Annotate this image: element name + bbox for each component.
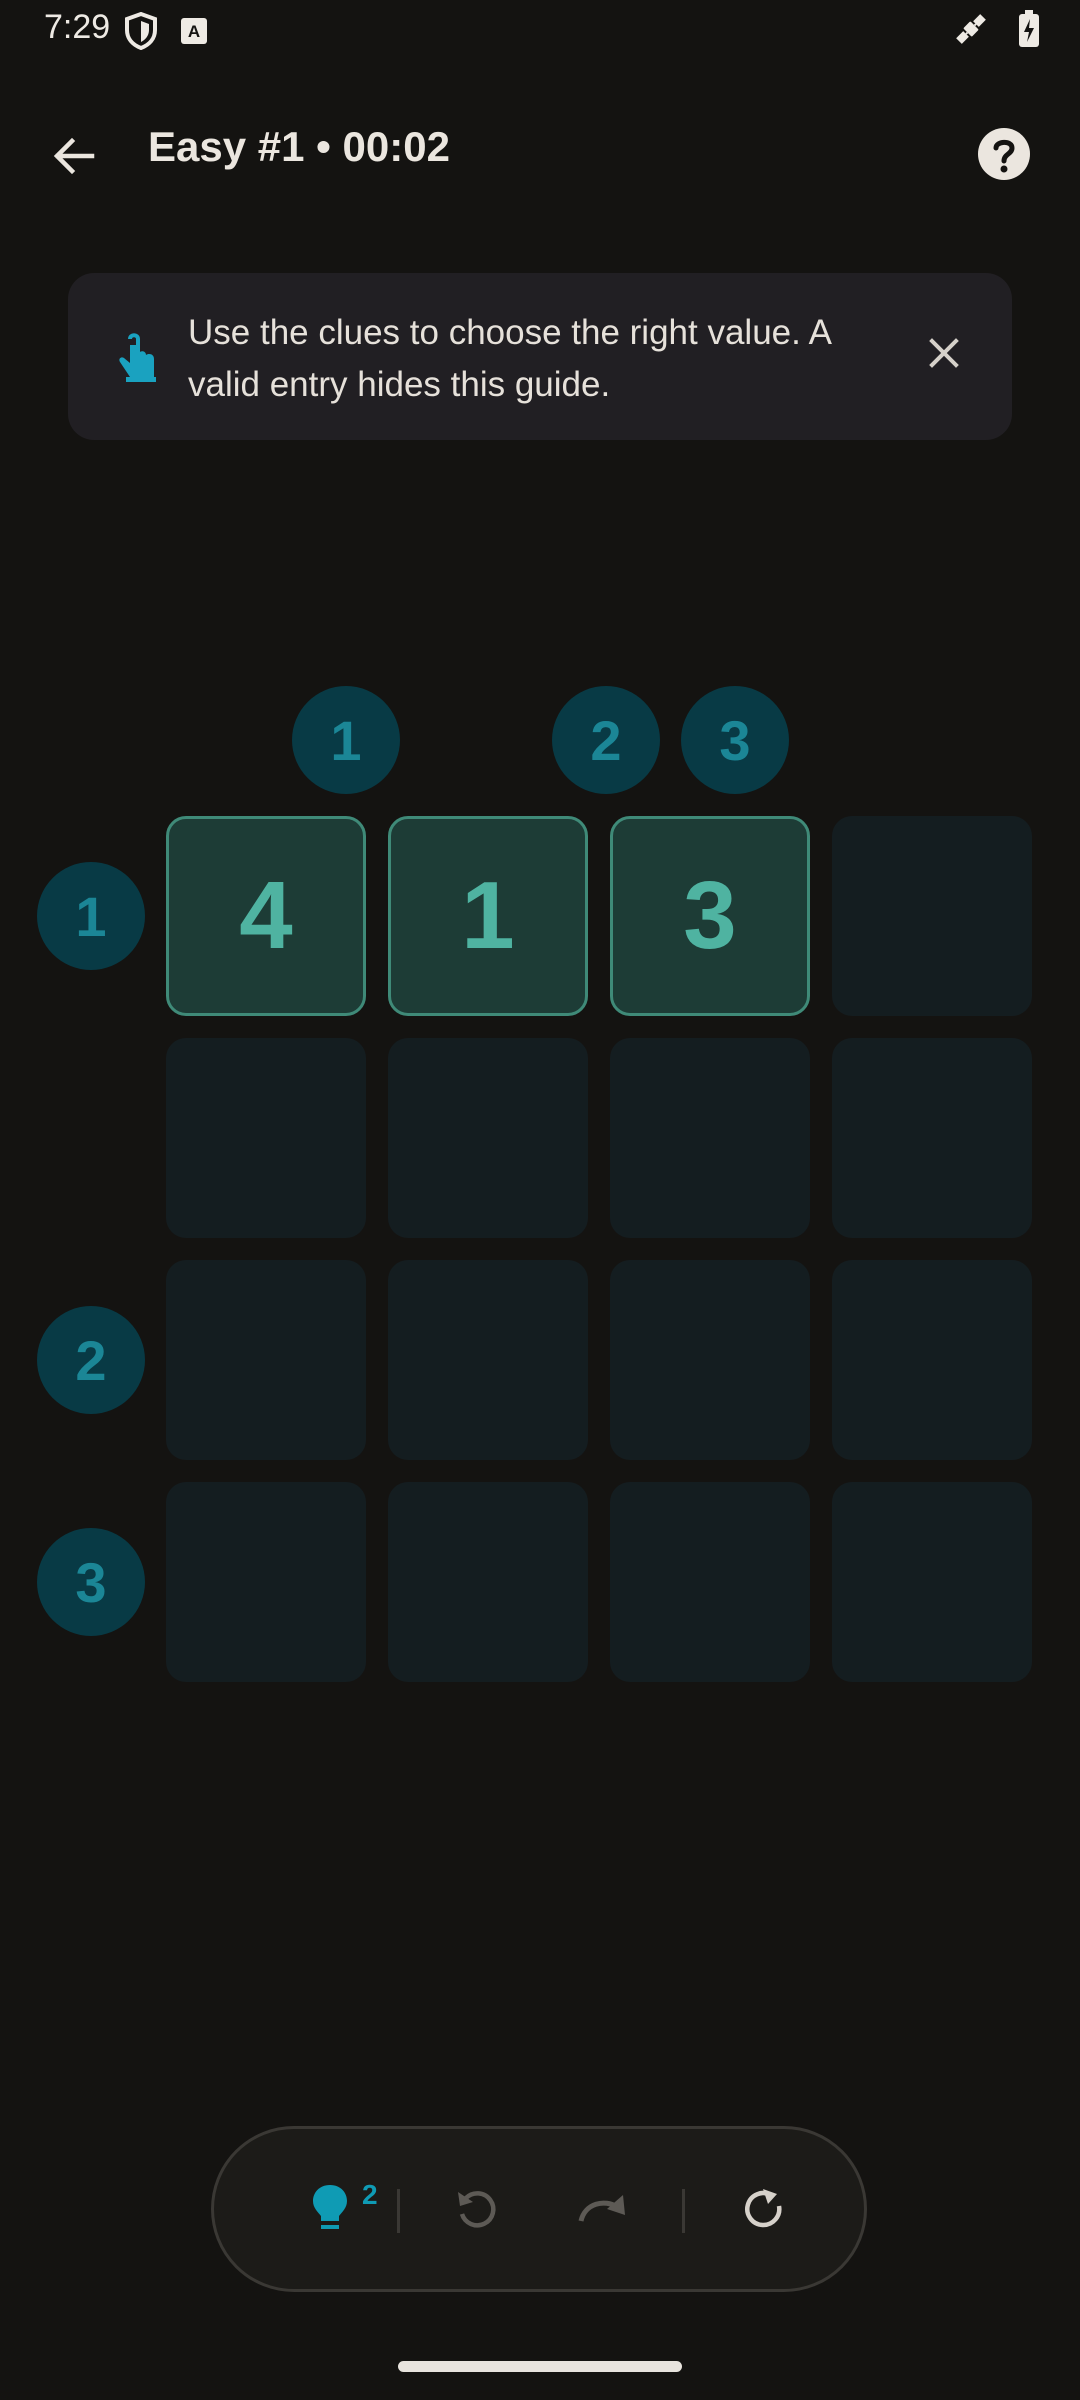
help-button[interactable] [964,116,1044,196]
status-bar: 7:29 A [0,0,1080,64]
column-clue: 2 [552,686,660,794]
redo-button[interactable] [560,2169,644,2253]
close-icon [928,337,960,374]
satellite-icon [952,10,990,48]
grid-cell[interactable] [832,1260,1032,1460]
guide-text: Use the clues to choose the right value.… [188,313,831,404]
app-bar: Easy #1 • 00:02 [0,100,1080,196]
grid-cell[interactable] [388,1260,588,1460]
row-clue: 2 [37,1306,145,1414]
restart-icon [741,2186,787,2237]
navigation-handle[interactable] [398,2361,682,2372]
undo-button[interactable] [435,2169,519,2253]
battery-charging-icon [1018,10,1040,48]
guide-card: Use the clues to choose the right value.… [68,273,1012,440]
grid-cell[interactable] [832,1482,1032,1682]
help-circle-icon [976,126,1032,187]
puzzle-grid: 4 1 3 [166,816,1034,1682]
arrow-back-icon [50,132,98,185]
tap-hand-icon [116,331,160,388]
grid-cell[interactable] [166,1482,366,1682]
undo-icon [454,2186,500,2237]
grid-cell[interactable]: 1 [388,816,588,1016]
bottom-toolbar: 2 [211,2126,867,2292]
hint-count-badge: 2 [362,2179,378,2210]
svg-text:A: A [188,22,200,41]
grid-cell[interactable] [832,816,1032,1016]
grid-cell[interactable] [388,1038,588,1238]
redo-icon [575,2189,629,2234]
grid-cell[interactable]: 4 [166,816,366,1016]
grid-cell[interactable] [610,1482,810,1682]
lightbulb-icon [310,2183,350,2240]
row-clue: 3 [37,1528,145,1636]
grid-cell[interactable] [610,1260,810,1460]
status-right-icons [952,10,1040,48]
grid-cell[interactable] [832,1038,1032,1238]
grid-cell[interactable] [610,1038,810,1238]
toolbar-divider [682,2189,685,2233]
grid-cell[interactable] [166,1260,366,1460]
status-time: 7:29 [44,8,111,46]
row-clue: 1 [37,862,145,970]
status-left-icons: A [124,12,208,50]
back-button[interactable] [36,120,112,196]
column-clue: 1 [292,686,400,794]
restart-button[interactable] [722,2169,806,2253]
toolbar-divider [397,2189,400,2233]
keyboard-a-icon: A [180,17,208,45]
column-clue: 3 [681,686,789,794]
page-title: Easy #1 • 00:02 [148,123,450,170]
grid-cell[interactable]: 3 [610,816,810,1016]
guide-close-button[interactable] [912,323,976,387]
hint-button[interactable] [288,2169,372,2253]
grid-cell[interactable] [166,1038,366,1238]
grid-cell[interactable] [388,1482,588,1682]
shield-icon [124,12,158,50]
